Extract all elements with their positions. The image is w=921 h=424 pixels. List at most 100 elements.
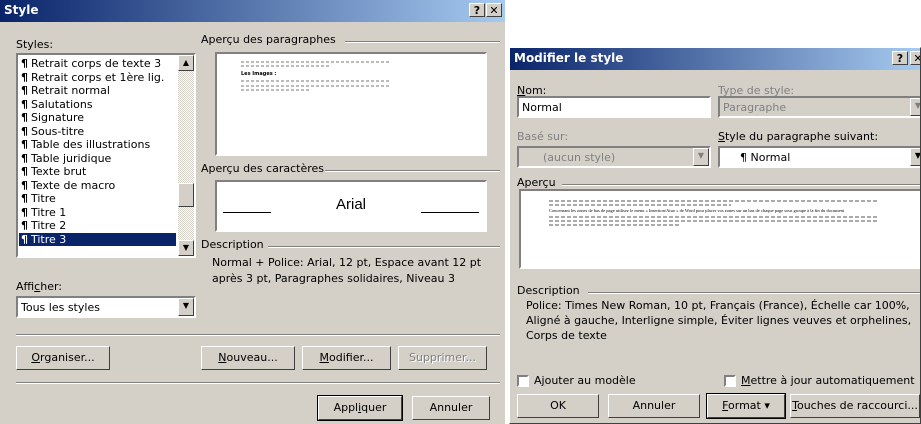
- paragraph-mark-icon: ¶: [21, 178, 28, 192]
- nouveau-button[interactable]: Nouveau...: [201, 346, 295, 370]
- chevron-down-icon[interactable]: ▼: [178, 298, 194, 316]
- description-groupline: [268, 246, 500, 247]
- para-preview-box: Les Images :: [215, 52, 487, 156]
- next-style-label: Style du paragraphe suivant:: [718, 130, 879, 143]
- styles-label: Styles:: [16, 38, 54, 51]
- list-item[interactable]: ¶ Table juridique: [19, 152, 176, 166]
- list-item-label: Table juridique: [31, 151, 112, 165]
- add-template-label: Ajouter au modèle: [534, 374, 636, 387]
- show-value: Tous les styles: [21, 301, 100, 314]
- paragraph-mark-icon: ¶: [21, 165, 28, 178]
- paragraph-mark-icon: ¶: [21, 192, 28, 205]
- modify-description-groupline: [588, 292, 920, 293]
- list-item[interactable]: ¶ Titre 1: [19, 206, 176, 220]
- next-style-combobox[interactable]: ¶ Normal ▼: [718, 146, 920, 168]
- separator-1: [16, 334, 500, 335]
- paragraph-mark-icon: ¶: [21, 219, 28, 232]
- based-label: Basé sur:: [517, 130, 569, 143]
- help-button[interactable]: ?: [892, 51, 908, 65]
- list-item[interactable]: ¶ Salutations: [19, 98, 176, 112]
- scroll-up-button[interactable]: ▲: [178, 55, 194, 71]
- chevron-down-icon[interactable]: ▼: [910, 98, 920, 116]
- style-dialog: Style ? ✕ Styles: ¶ Retrait corps de text…: [0, 0, 505, 424]
- show-label: Afficher:: [16, 280, 63, 293]
- char-preview-groupline: [325, 170, 500, 171]
- list-item-label: Retrait normal: [31, 84, 110, 97]
- list-item-label: Titre 2: [31, 219, 67, 232]
- list-item[interactable]: ¶ Sous-titre: [19, 125, 176, 139]
- list-item-label: Titre 1: [31, 205, 67, 219]
- modifier-button[interactable]: Modifier...: [302, 346, 391, 370]
- list-item-label: Retrait corps et 1ère lig.: [31, 70, 165, 84]
- list-item-label: Table des illustrations: [31, 138, 151, 151]
- preview-main-text: Concernant les zones de bas de page util…: [549, 208, 845, 213]
- list-item[interactable]: ¶ Table des illustrations: [19, 138, 176, 152]
- based-value: (aucun style): [543, 151, 616, 164]
- appliquer-button[interactable]: Appliquer: [317, 395, 403, 421]
- ok-button[interactable]: OK: [517, 394, 599, 418]
- style-dialog-title: Style: [4, 3, 39, 17]
- scroll-thumb[interactable]: [178, 183, 194, 207]
- paragraph-mark-icon: ¶: [21, 57, 28, 70]
- shortcut-keys-button[interactable]: Touches de raccourci...: [790, 394, 920, 418]
- paragraph-mark-icon: ¶: [21, 205, 28, 219]
- supprimer-button[interactable]: Supprimer...: [398, 346, 487, 370]
- add-template-checkbox[interactable]: [517, 375, 529, 387]
- char-preview-font: Arial: [335, 196, 366, 213]
- preview-box: Concernant les zones de bas de page util…: [519, 189, 920, 269]
- list-item[interactable]: ¶ Titre: [19, 192, 176, 206]
- paragraph-mark-icon: ¶: [21, 70, 28, 84]
- styles-scrollbar[interactable]: ▲ ▼: [178, 55, 194, 256]
- type-value: Paragraphe: [723, 101, 787, 114]
- style-dialog-titlebar[interactable]: Style ? ✕: [0, 0, 505, 22]
- list-item[interactable]: ¶ Titre 2: [19, 219, 176, 233]
- char-preview-label: Aperçu des caractères: [201, 162, 325, 175]
- description-text: Normal + Police: Arial, 12 pt, Espace av…: [212, 256, 482, 285]
- chevron-down-icon[interactable]: ▼: [693, 148, 709, 166]
- format-button[interactable]: Format ▾: [706, 393, 786, 419]
- list-item-label: Signature: [31, 111, 85, 124]
- list-item[interactable]: ¶ Retrait corps et 1ère lig.: [19, 71, 176, 85]
- list-item-label: Sous-titre: [31, 124, 85, 138]
- paragraph-mark-icon: ¶: [21, 84, 28, 97]
- help-button[interactable]: ?: [469, 3, 485, 17]
- paragraph-mark-icon: ¶: [21, 151, 28, 165]
- list-item-label: Retrait corps de texte 3: [31, 57, 162, 70]
- close-button[interactable]: ✕: [486, 3, 502, 17]
- auto-update-label: Mettre à jour automatiquement: [741, 374, 915, 387]
- list-item[interactable]: ¶ Titre 3: [19, 232, 176, 246]
- preview-groupline: [562, 184, 920, 185]
- organiser-button[interactable]: Organiser...: [16, 346, 110, 370]
- based-combobox[interactable]: (aucun style) ▼: [517, 146, 711, 168]
- name-input[interactable]: Normal: [517, 96, 711, 118]
- annuler-button[interactable]: Annuler: [412, 396, 490, 420]
- para-preview-heading: Les Images :: [241, 71, 277, 77]
- description-label: Description: [201, 238, 264, 251]
- list-item[interactable]: ¶ Texte de macro: [19, 179, 176, 193]
- chevron-down-icon[interactable]: ▼: [910, 148, 920, 166]
- paragraph-mark-icon: ¶: [21, 111, 28, 124]
- list-item[interactable]: ¶ Retrait corps de texte 3: [19, 57, 176, 71]
- styles-listbox[interactable]: ¶ Retrait corps de texte 3 ¶ Retrait corps …: [16, 53, 196, 258]
- type-combobox[interactable]: Paragraphe ▼: [718, 96, 920, 118]
- modify-description-label: Description: [517, 284, 580, 297]
- modify-dialog-title: Modifier le style: [514, 51, 624, 65]
- close-button[interactable]: ✕: [910, 51, 920, 65]
- char-preview-box: Arial: [215, 180, 487, 232]
- list-item-label: Texte de macro: [31, 178, 116, 192]
- show-combobox[interactable]: Tous les styles ▼: [16, 296, 196, 318]
- modify-annuler-button[interactable]: Annuler: [608, 394, 700, 418]
- modify-dialog-titlebar[interactable]: Modifier le style ? ✕: [510, 48, 920, 70]
- list-item[interactable]: ¶ Retrait normal: [19, 84, 176, 98]
- paragraph-mark-icon: ¶: [21, 97, 28, 111]
- list-item-label: Salutations: [31, 97, 93, 111]
- list-item[interactable]: ¶ Texte brut: [19, 165, 176, 179]
- auto-update-checkbox[interactable]: [724, 375, 736, 387]
- list-item[interactable]: ¶ Signature: [19, 111, 176, 125]
- next-style-value: ¶ Normal: [740, 151, 791, 164]
- modify-description-text: Police: Times New Roman, 10 pt, Français…: [526, 299, 912, 342]
- para-preview-groupline: [345, 41, 500, 42]
- separator-2: [16, 382, 500, 383]
- scroll-down-button[interactable]: ▼: [178, 240, 194, 256]
- para-preview-label: Aperçu des paragraphes: [201, 33, 336, 46]
